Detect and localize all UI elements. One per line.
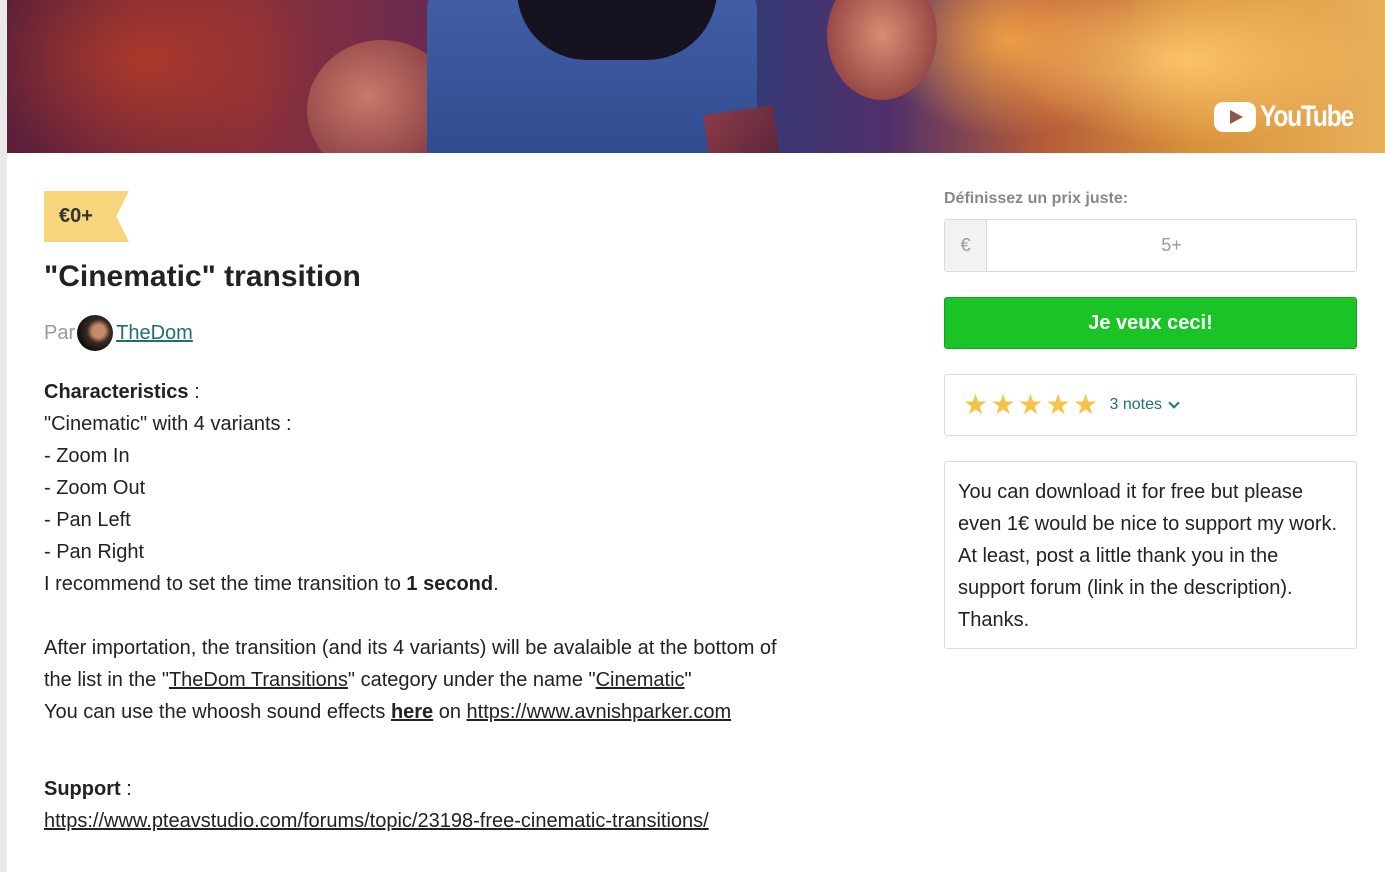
variant-item: - Pan Left [44, 509, 131, 531]
variant-item: - Zoom In [44, 445, 130, 467]
price-tag-label: €0+ [59, 205, 93, 227]
whoosh-on-text: on [433, 701, 467, 723]
buy-button[interactable]: Je veux ceci! [944, 297, 1357, 349]
whoosh-here-link[interactable]: here [391, 701, 433, 723]
star-icon: ★ [990, 389, 1016, 420]
characteristics-label: Characteristics [44, 381, 189, 403]
transition-name-link[interactable]: Cinematic [596, 669, 685, 691]
whoosh-line: You can use the whoosh sound effects her… [44, 696, 844, 728]
support-url-line: https://www.pteavstudio.com/forums/topic… [44, 805, 844, 837]
star-icon: ★ [1045, 389, 1071, 420]
author-byline: Par TheDom [44, 314, 193, 352]
cover-banner: YouTube [7, 0, 1385, 153]
import-line: the list in the "TheDom Transitions" cat… [44, 664, 844, 696]
whoosh-text: You can use the whoosh sound effects [44, 701, 391, 723]
import-text: " [684, 669, 692, 691]
product-description: Characteristics : "Cinematic" with 4 var… [44, 376, 844, 837]
chevron-down-icon [1168, 397, 1180, 409]
variant-item: - Pan Right [44, 541, 145, 563]
support-forum-link[interactable]: https://www.pteavstudio.com/forums/topic… [44, 810, 709, 832]
colon-text: : [188, 381, 200, 403]
currency-prefix: € [945, 220, 987, 271]
category-link[interactable]: TheDom Transitions [169, 669, 348, 691]
price-input[interactable] [987, 220, 1356, 271]
product-title: "Cinematic" transition [44, 260, 361, 293]
characteristics-line: Characteristics : [44, 376, 844, 408]
star-icon: ★ [1073, 389, 1099, 420]
avnishparker-link[interactable]: https://www.avnishparker.com [467, 701, 732, 723]
seller-note: You can download it for free but please … [944, 461, 1357, 649]
recommend-text: I recommend to set the time transition t… [44, 573, 407, 595]
support-label: Support [44, 778, 121, 800]
recommendation-line: I recommend to set the time transition t… [44, 568, 844, 600]
author-avatar[interactable] [77, 315, 114, 351]
by-label: Par [44, 321, 76, 344]
price-input-group: € [944, 219, 1357, 272]
price-input-label: Définissez un prix juste: [944, 190, 1129, 207]
banner-photo-detail [703, 105, 781, 153]
product-page: YouTube €0+ "Cinematic" transition Par T… [7, 0, 1385, 872]
youtube-logo: YouTube [1213, 100, 1373, 134]
star-icon: ★ [1018, 389, 1044, 420]
star-icon: ★ [963, 389, 989, 420]
rating-summary[interactable]: ★ ★ ★ ★ ★ 3 notes [944, 374, 1357, 436]
import-text: the list in the " [44, 669, 169, 691]
recommend-duration: 1 second [406, 573, 494, 595]
youtube-play-icon [1213, 102, 1256, 132]
support-line: Support : [44, 773, 844, 805]
variants-intro: "Cinematic" with 4 variants : [44, 413, 292, 435]
variant-item: - Zoom Out [44, 477, 146, 499]
import-line: After importation, the transition (and i… [44, 637, 777, 659]
banner-photo-detail [827, 0, 937, 100]
author-link[interactable]: TheDom [116, 322, 193, 345]
price-tag: €0+ [44, 191, 129, 242]
youtube-wordmark: YouTube [1259, 100, 1354, 133]
colon-text: : [120, 778, 132, 800]
recommend-end: . [493, 573, 499, 595]
import-text: " category under the name " [347, 669, 596, 691]
ratings-count-toggle[interactable]: 3 notes [1109, 396, 1180, 414]
ratings-count: 3 notes [1109, 396, 1162, 413]
